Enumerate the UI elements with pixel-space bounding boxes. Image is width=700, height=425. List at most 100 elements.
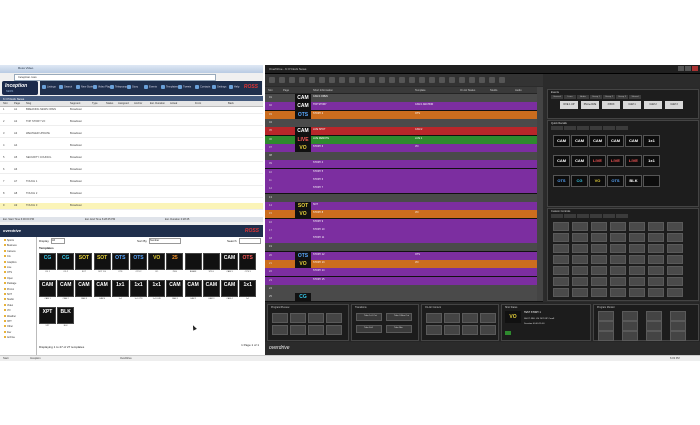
quick-recall-tile[interactable]: BLK: [625, 175, 642, 187]
custom-control-button[interactable]: [667, 222, 683, 231]
column-header-6[interactable]: Assigned: [118, 102, 129, 105]
folder-item[interactable]: Graphics: [4, 260, 17, 264]
program-monitor-button[interactable]: [598, 311, 614, 321]
on-air-content-button[interactable]: [480, 325, 496, 335]
taskbar-item[interactable]: OverDrive: [120, 357, 132, 360]
folder-item[interactable]: Business: [4, 244, 17, 247]
template-tile[interactable]: SOT SOT CG: [93, 253, 111, 273]
quick-recall-tile[interactable]: [643, 175, 660, 187]
custom-control-button[interactable]: [648, 266, 664, 275]
transition-button[interactable]: Take Full: [356, 325, 382, 333]
custom-control-button[interactable]: [648, 222, 664, 231]
folder-item[interactable]: Dev: [4, 330, 11, 334]
display-select[interactable]: All: [51, 238, 65, 244]
template-tile[interactable]: CAM CAM 2: [57, 280, 75, 300]
custom-control-button[interactable]: [629, 233, 645, 242]
taskbar-item[interactable]: Inception: [30, 357, 41, 360]
template-tile[interactable]: 1x1 1x1 OTS: [130, 280, 147, 300]
custom-control-button[interactable]: [667, 255, 683, 264]
folder-item[interactable]: Archive: [4, 336, 15, 339]
custom-control-button[interactable]: [648, 233, 664, 242]
custom-control-button[interactable]: [610, 277, 626, 286]
quick-recall-tile[interactable]: CAM: [571, 135, 588, 147]
custom-control-button[interactable]: [591, 255, 607, 264]
quick-tab[interactable]: [590, 126, 602, 130]
template-tile[interactable]: STILL: [202, 253, 220, 273]
custom-control-button[interactable]: [553, 233, 569, 242]
quick-recall-tile[interactable]: CAM: [553, 155, 570, 167]
custom-control-button[interactable]: [648, 288, 664, 297]
table-row[interactable]: 6 A6 Broadcast: [0, 167, 263, 174]
toolbar-tool-icon[interactable]: [399, 77, 405, 83]
program-monitor-button[interactable]: [670, 311, 686, 321]
quick-tab[interactable]: [616, 126, 628, 130]
quick-recall-tile[interactable]: 1x1: [643, 135, 660, 147]
event-button[interactable]: 3 BOX: [602, 101, 620, 109]
custom-control-button[interactable]: [553, 222, 569, 231]
column-header-1[interactable]: Page: [14, 102, 20, 105]
toolbar-tool-icon[interactable]: [349, 77, 355, 83]
custom-control-button[interactable]: [667, 244, 683, 253]
custom-control-button[interactable]: [610, 222, 626, 231]
custom-control-button[interactable]: [572, 222, 588, 231]
custom-control-button[interactable]: [572, 266, 588, 275]
table-row[interactable]: 8 A8 TOUCH 2 Broadcast: [0, 191, 263, 198]
template-tile[interactable]: 1x1 1x1: [239, 280, 257, 300]
custom-control-button[interactable]: [553, 255, 569, 264]
toolbar-tool-icon[interactable]: [329, 77, 335, 83]
custom-tab[interactable]: [564, 214, 576, 218]
custom-control-button[interactable]: [553, 244, 569, 253]
program-monitor-button[interactable]: [622, 331, 638, 341]
custom-control-button[interactable]: [648, 244, 664, 253]
folder-item[interactable]: Promo: [4, 287, 14, 291]
table-row[interactable]: 1 A1 BREAKING NEWS OPEN Broadcast: [0, 107, 263, 114]
toolbar-tool-icon[interactable]: [499, 77, 505, 83]
toolbar-button-5[interactable]: Story: [127, 85, 138, 91]
template-tile[interactable]: BLK BLK: [57, 307, 75, 327]
program-preview-button[interactable]: [308, 325, 324, 335]
toolbar-button-1[interactable]: Search: [59, 85, 72, 91]
program-preview-button[interactable]: [308, 313, 324, 323]
template-tile[interactable]: CAM CAM 3: [221, 253, 238, 273]
custom-control-button[interactable]: [572, 255, 588, 264]
quick-tab[interactable]: [564, 126, 576, 130]
folder-item[interactable]: Live: [4, 266, 11, 269]
toolbar-tool-icon[interactable]: [449, 77, 455, 83]
toolbar-tool-icon[interactable]: [409, 77, 415, 83]
custom-tab[interactable]: [590, 214, 602, 218]
rundown-column-5[interactable]: Studio: [490, 89, 497, 92]
program-monitor-button[interactable]: [670, 331, 686, 341]
template-tile[interactable]: 1x1 1x1: [111, 280, 129, 300]
minimize-icon[interactable]: [678, 66, 684, 71]
events-tab[interactable]: Group 3: [616, 95, 628, 99]
folder-item[interactable]: Open: [4, 276, 13, 280]
program-monitor-button[interactable]: [646, 311, 662, 321]
quick-recall-tile[interactable]: CAM: [571, 155, 588, 167]
quick-recall-tile[interactable]: OTS: [553, 175, 570, 187]
program-preview-button[interactable]: [272, 313, 288, 323]
custom-control-button[interactable]: [591, 244, 607, 253]
toolbar-button-10[interactable]: Settings: [212, 85, 226, 91]
toolbar-tool-icon[interactable]: [489, 77, 495, 83]
event-button[interactable]: CAM 1: [623, 101, 641, 109]
toolbar-tool-icon[interactable]: [479, 77, 485, 83]
custom-control-button[interactable]: [591, 222, 607, 231]
taskbar-item[interactable]: Start: [3, 357, 8, 360]
search-input[interactable]: [239, 238, 261, 244]
toolbar-button-7[interactable]: Templates: [161, 85, 178, 91]
custom-control-button[interactable]: [667, 266, 683, 275]
toolbar-tool-icon[interactable]: [469, 77, 475, 83]
on-air-content-button[interactable]: [426, 325, 442, 335]
toolbar-button-9[interactable]: Contacts: [195, 85, 210, 91]
template-tile[interactable]: XPT XPT: [39, 307, 56, 327]
template-tile[interactable]: CAM CAM 4: [93, 280, 111, 300]
quick-recall-tile[interactable]: LIVE: [589, 155, 606, 167]
custom-control-button[interactable]: [610, 255, 626, 264]
toolbar-tool-icon[interactable]: [319, 77, 325, 83]
toolbar-tool-icon[interactable]: [429, 77, 435, 83]
table-row[interactable]: 4 A4 Broadcast: [0, 143, 263, 150]
browser-tab-bar[interactable]: Ross Video: [0, 65, 263, 73]
rundown-column-2[interactable]: Short Information: [313, 89, 333, 92]
template-tile[interactable]: SOT SOT: [75, 253, 93, 273]
toolbar-tool-icon[interactable]: [379, 77, 385, 83]
